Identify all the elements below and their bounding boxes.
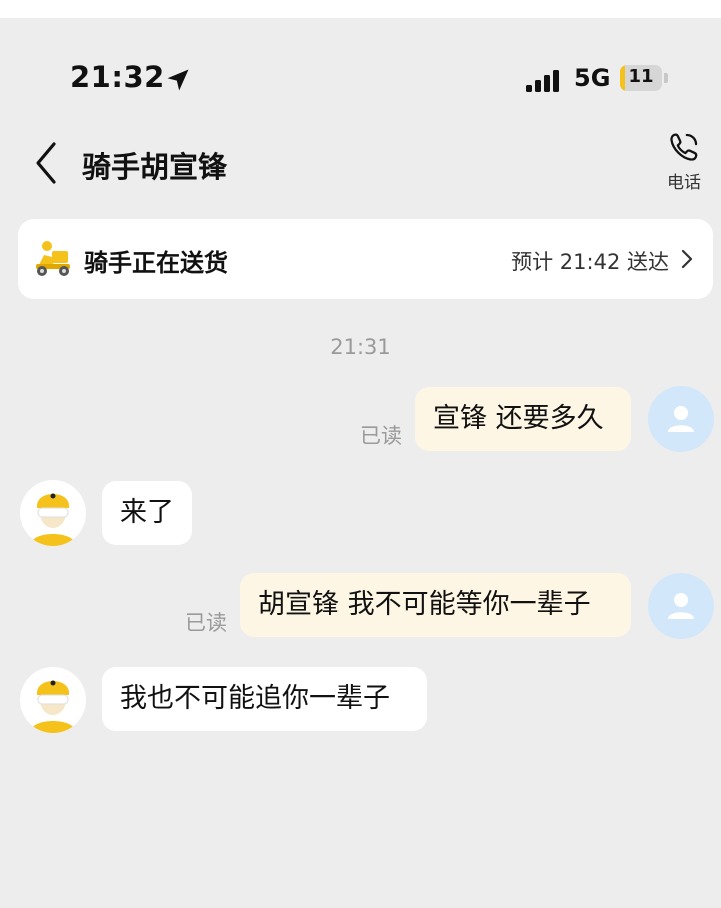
status-time: 21:32 bbox=[70, 60, 165, 94]
message-timestamp: 21:31 bbox=[330, 335, 391, 359]
message-bubble-received[interactable]: 我也不可能追你一辈子 bbox=[102, 667, 427, 731]
read-receipt: 已读 bbox=[185, 611, 227, 635]
person-icon bbox=[668, 406, 694, 432]
message-bubble-sent[interactable]: 胡宣锋 我不可能等你一辈子 bbox=[240, 573, 631, 637]
delivery-status-card[interactable]: 骑手正在送货 预计 21:42 送达 bbox=[18, 219, 713, 299]
delivery-status-text: 骑手正在送货 bbox=[84, 249, 228, 277]
chevron-left-icon[interactable] bbox=[30, 140, 62, 186]
battery-cap bbox=[664, 73, 668, 83]
status-bar: 21:32 5G 11 bbox=[0, 58, 721, 102]
read-receipt: 已读 bbox=[360, 424, 402, 448]
call-label: 电话 bbox=[667, 173, 701, 193]
message-bubble-received[interactable]: 来了 bbox=[102, 481, 192, 545]
battery-icon: 11 bbox=[620, 65, 662, 91]
location-arrow-icon bbox=[167, 69, 189, 91]
rider-avatar-icon bbox=[30, 493, 76, 546]
delivery-scooter-icon bbox=[36, 241, 70, 276]
user-avatar[interactable] bbox=[648, 573, 714, 639]
battery-level: 11 bbox=[628, 66, 654, 87]
page-title: 骑手胡宣锋 bbox=[82, 150, 228, 184]
chevron-right-icon bbox=[681, 249, 693, 269]
chat-header: 骑手胡宣锋 电话 bbox=[0, 130, 721, 200]
message-bubble-sent[interactable]: 宣锋 还要多久 bbox=[415, 387, 631, 451]
person-icon bbox=[668, 593, 694, 619]
rider-avatar[interactable] bbox=[20, 667, 86, 733]
rider-avatar[interactable] bbox=[20, 480, 86, 546]
rider-avatar-icon bbox=[30, 680, 76, 733]
phone-icon bbox=[670, 133, 698, 161]
top-strip bbox=[0, 0, 721, 18]
cellular-signal-icon bbox=[526, 68, 566, 92]
call-button[interactable]: 电话 bbox=[656, 130, 712, 198]
delivery-eta: 预计 21:42 送达 bbox=[511, 250, 669, 274]
user-avatar[interactable] bbox=[648, 386, 714, 452]
network-type: 5G bbox=[574, 64, 611, 92]
